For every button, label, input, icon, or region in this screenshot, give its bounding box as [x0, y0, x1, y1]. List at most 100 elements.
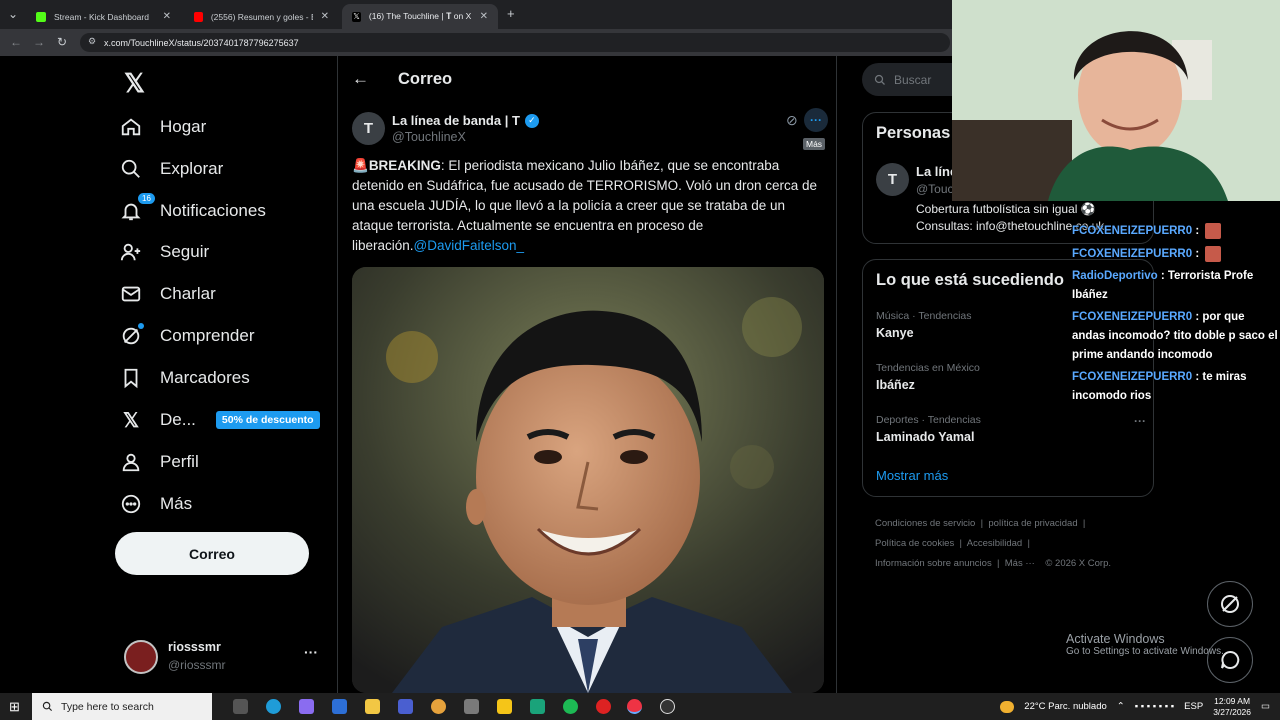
grok-fab-button[interactable]: [1207, 581, 1253, 627]
emote-icon: [1205, 222, 1222, 239]
weather-text[interactable]: 22°C Parc. nublado: [1024, 701, 1107, 712]
footer-link[interactable]: Más ···: [1005, 558, 1035, 569]
youtube-favicon-icon: [194, 11, 203, 22]
account-switcher[interactable]: riosssmr @riosssmr ···: [124, 636, 324, 676]
tab-kick-dashboard[interactable]: Stream - Kick Dashboard ✕: [26, 4, 181, 29]
post-button[interactable]: Correo: [115, 532, 309, 575]
tab-title: Stream - Kick Dashboard: [54, 11, 149, 22]
more-options-icon[interactable]: ···: [804, 108, 828, 132]
language-indicator[interactable]: ESP: [1184, 701, 1203, 712]
mention-link[interactable]: @DavidFaitelson_: [414, 238, 525, 253]
nav-item-premium[interactable]: 𝕏 De... 50% de descuento: [120, 405, 320, 435]
left-sidebar: 𝕏 Hogar Explorar 16 Notificaciones Segui…: [110, 56, 338, 693]
search-icon: [120, 158, 142, 180]
notes-icon[interactable]: [497, 699, 512, 714]
follow-icon: [120, 241, 142, 263]
avatar: [124, 640, 158, 674]
chat-username: FCOXENEIZEPUERR0: [1072, 311, 1193, 323]
tab-x-touchline[interactable]: 𝕏 (16) The Touchline | 𝐓 on X: "🚨 ✕: [342, 4, 498, 29]
vscode-icon[interactable]: [398, 699, 413, 714]
page-title: Correo: [398, 70, 453, 88]
person-name[interactable]: La líne: [916, 164, 957, 179]
chat-username: FCOXENEIZEPUERR0: [1072, 225, 1193, 237]
close-tab-icon[interactable]: ✕: [321, 11, 329, 22]
obs-icon[interactable]: [660, 699, 675, 714]
feather-icon[interactable]: [464, 699, 479, 714]
back-arrow-icon[interactable]: ←: [352, 69, 369, 89]
x-logo-icon[interactable]: 𝕏: [124, 68, 145, 99]
trend-more-icon[interactable]: ···: [1134, 414, 1146, 428]
grok-icon: [120, 323, 144, 347]
chat-message: FCOXENEIZEPUERR0 :: [1072, 245, 1280, 264]
tab-title: (2556) Resumen y goles - Bolivi: [210, 11, 313, 22]
reload-icon[interactable]: ↻: [57, 35, 67, 49]
trend-category: Deportes · Tendencias: [876, 414, 981, 426]
taskbar-search-input[interactable]: Type here to search: [32, 693, 212, 720]
site-info-icon[interactable]: ⚙: [88, 36, 96, 47]
search-icon: [42, 701, 53, 712]
tab-youtube[interactable]: (2556) Resumen y goles - Bolivi ✕: [184, 4, 339, 29]
chat-username: FCOXENEIZEPUERR0: [1072, 371, 1193, 383]
trend-item[interactable]: Deportes · Tendencias Laminado Yamal ···: [876, 414, 1146, 444]
grok-explain-icon[interactable]: ⊘: [786, 112, 798, 129]
store-icon[interactable]: [332, 699, 347, 714]
url-text: x.com/TouchlineX/status/2037401787796275…: [104, 37, 299, 48]
opera-icon[interactable]: [596, 699, 611, 714]
footer-link[interactable]: política de privacidad: [988, 518, 1077, 529]
search-placeholder: Buscar: [894, 72, 932, 87]
x-favicon-icon: 𝕏: [352, 11, 361, 22]
forward-icon[interactable]: →: [33, 35, 45, 49]
footer-link[interactable]: Información sobre anuncios: [875, 558, 992, 569]
clock[interactable]: 12:09 AM 3/27/2026: [1213, 696, 1251, 718]
back-icon[interactable]: ←: [10, 35, 22, 49]
footer-link[interactable]: Política de cookies: [875, 538, 954, 549]
account-name: riosssmr: [168, 640, 221, 654]
nav-item-bookmarks[interactable]: Marcadores: [120, 363, 250, 393]
nav-label: Explorar: [160, 159, 224, 178]
clock-date: 3/27/2026: [1213, 706, 1252, 717]
tray-chevron-icon[interactable]: ⌃: [1117, 701, 1125, 712]
close-tab-icon[interactable]: ✕: [163, 11, 171, 22]
nav-item-follow[interactable]: Seguir: [120, 237, 209, 267]
chat-message: FCOXENEIZEPUERR0 : por que andas incomod…: [1072, 308, 1280, 365]
close-tab-icon[interactable]: ✕: [480, 11, 488, 22]
account-more-icon[interactable]: ···: [304, 644, 318, 660]
nav-item-more[interactable]: Más: [120, 489, 192, 519]
url-bar[interactable]: ⚙ x.com/TouchlineX/status/20374017877962…: [80, 33, 950, 52]
file-explorer-icon[interactable]: [365, 699, 380, 714]
author-handle[interactable]: @TouchlineX: [392, 130, 466, 144]
author-avatar[interactable]: T: [352, 112, 385, 145]
footer-link[interactable]: Accesibilidad: [967, 538, 1022, 549]
show-more-link[interactable]: Mostrar más: [876, 468, 948, 483]
footer-link[interactable]: Condiciones de servicio: [875, 518, 975, 529]
tray-icons[interactable]: ▪ ▪ ▪ ▪ ▪ ▪ ▪: [1135, 701, 1174, 712]
notifications-icon[interactable]: ▭: [1261, 701, 1270, 712]
nav-item-profile[interactable]: Perfil: [120, 447, 199, 477]
author-name[interactable]: La línea de banda | T: [392, 113, 520, 128]
nav-item-explore[interactable]: Explorar: [120, 154, 223, 184]
app-icon[interactable]: [431, 699, 446, 714]
chat-username: RadioDeportivo: [1072, 270, 1158, 282]
task-view-icon[interactable]: [233, 699, 248, 714]
new-tab-button[interactable]: +: [507, 6, 515, 21]
person-avatar[interactable]: T: [876, 163, 909, 196]
chat-message: RadioDeportivo : Terrorista Profe Ibáñez: [1072, 267, 1280, 305]
nav-item-messages[interactable]: Charlar: [120, 279, 216, 309]
tab-search-icon[interactable]: ⌄: [8, 7, 18, 21]
notification-count-badge: 16: [138, 193, 155, 204]
person-handle[interactable]: @Touc: [916, 182, 954, 196]
chrome-icon[interactable]: [627, 699, 642, 714]
tooltip: Más: [803, 138, 826, 150]
tweet-photo[interactable]: [352, 267, 824, 693]
nav-item-grok[interactable]: Comprender: [120, 321, 255, 351]
app-icon[interactable]: [530, 699, 545, 714]
windows-start-icon[interactable]: ⊞: [9, 699, 20, 715]
spotify-icon[interactable]: [563, 699, 578, 714]
nav-item-home[interactable]: Hogar: [120, 112, 206, 142]
footer-links: Condiciones de servicio | política de pr…: [875, 518, 1112, 569]
nav-label: Seguir: [160, 242, 210, 261]
copilot-icon[interactable]: [299, 699, 314, 714]
edge-icon[interactable]: [266, 699, 281, 714]
activate-windows-watermark: Activate Windows Go to Settings to activ…: [1066, 632, 1224, 657]
nav-item-notifications[interactable]: 16 Notificaciones: [120, 193, 266, 226]
